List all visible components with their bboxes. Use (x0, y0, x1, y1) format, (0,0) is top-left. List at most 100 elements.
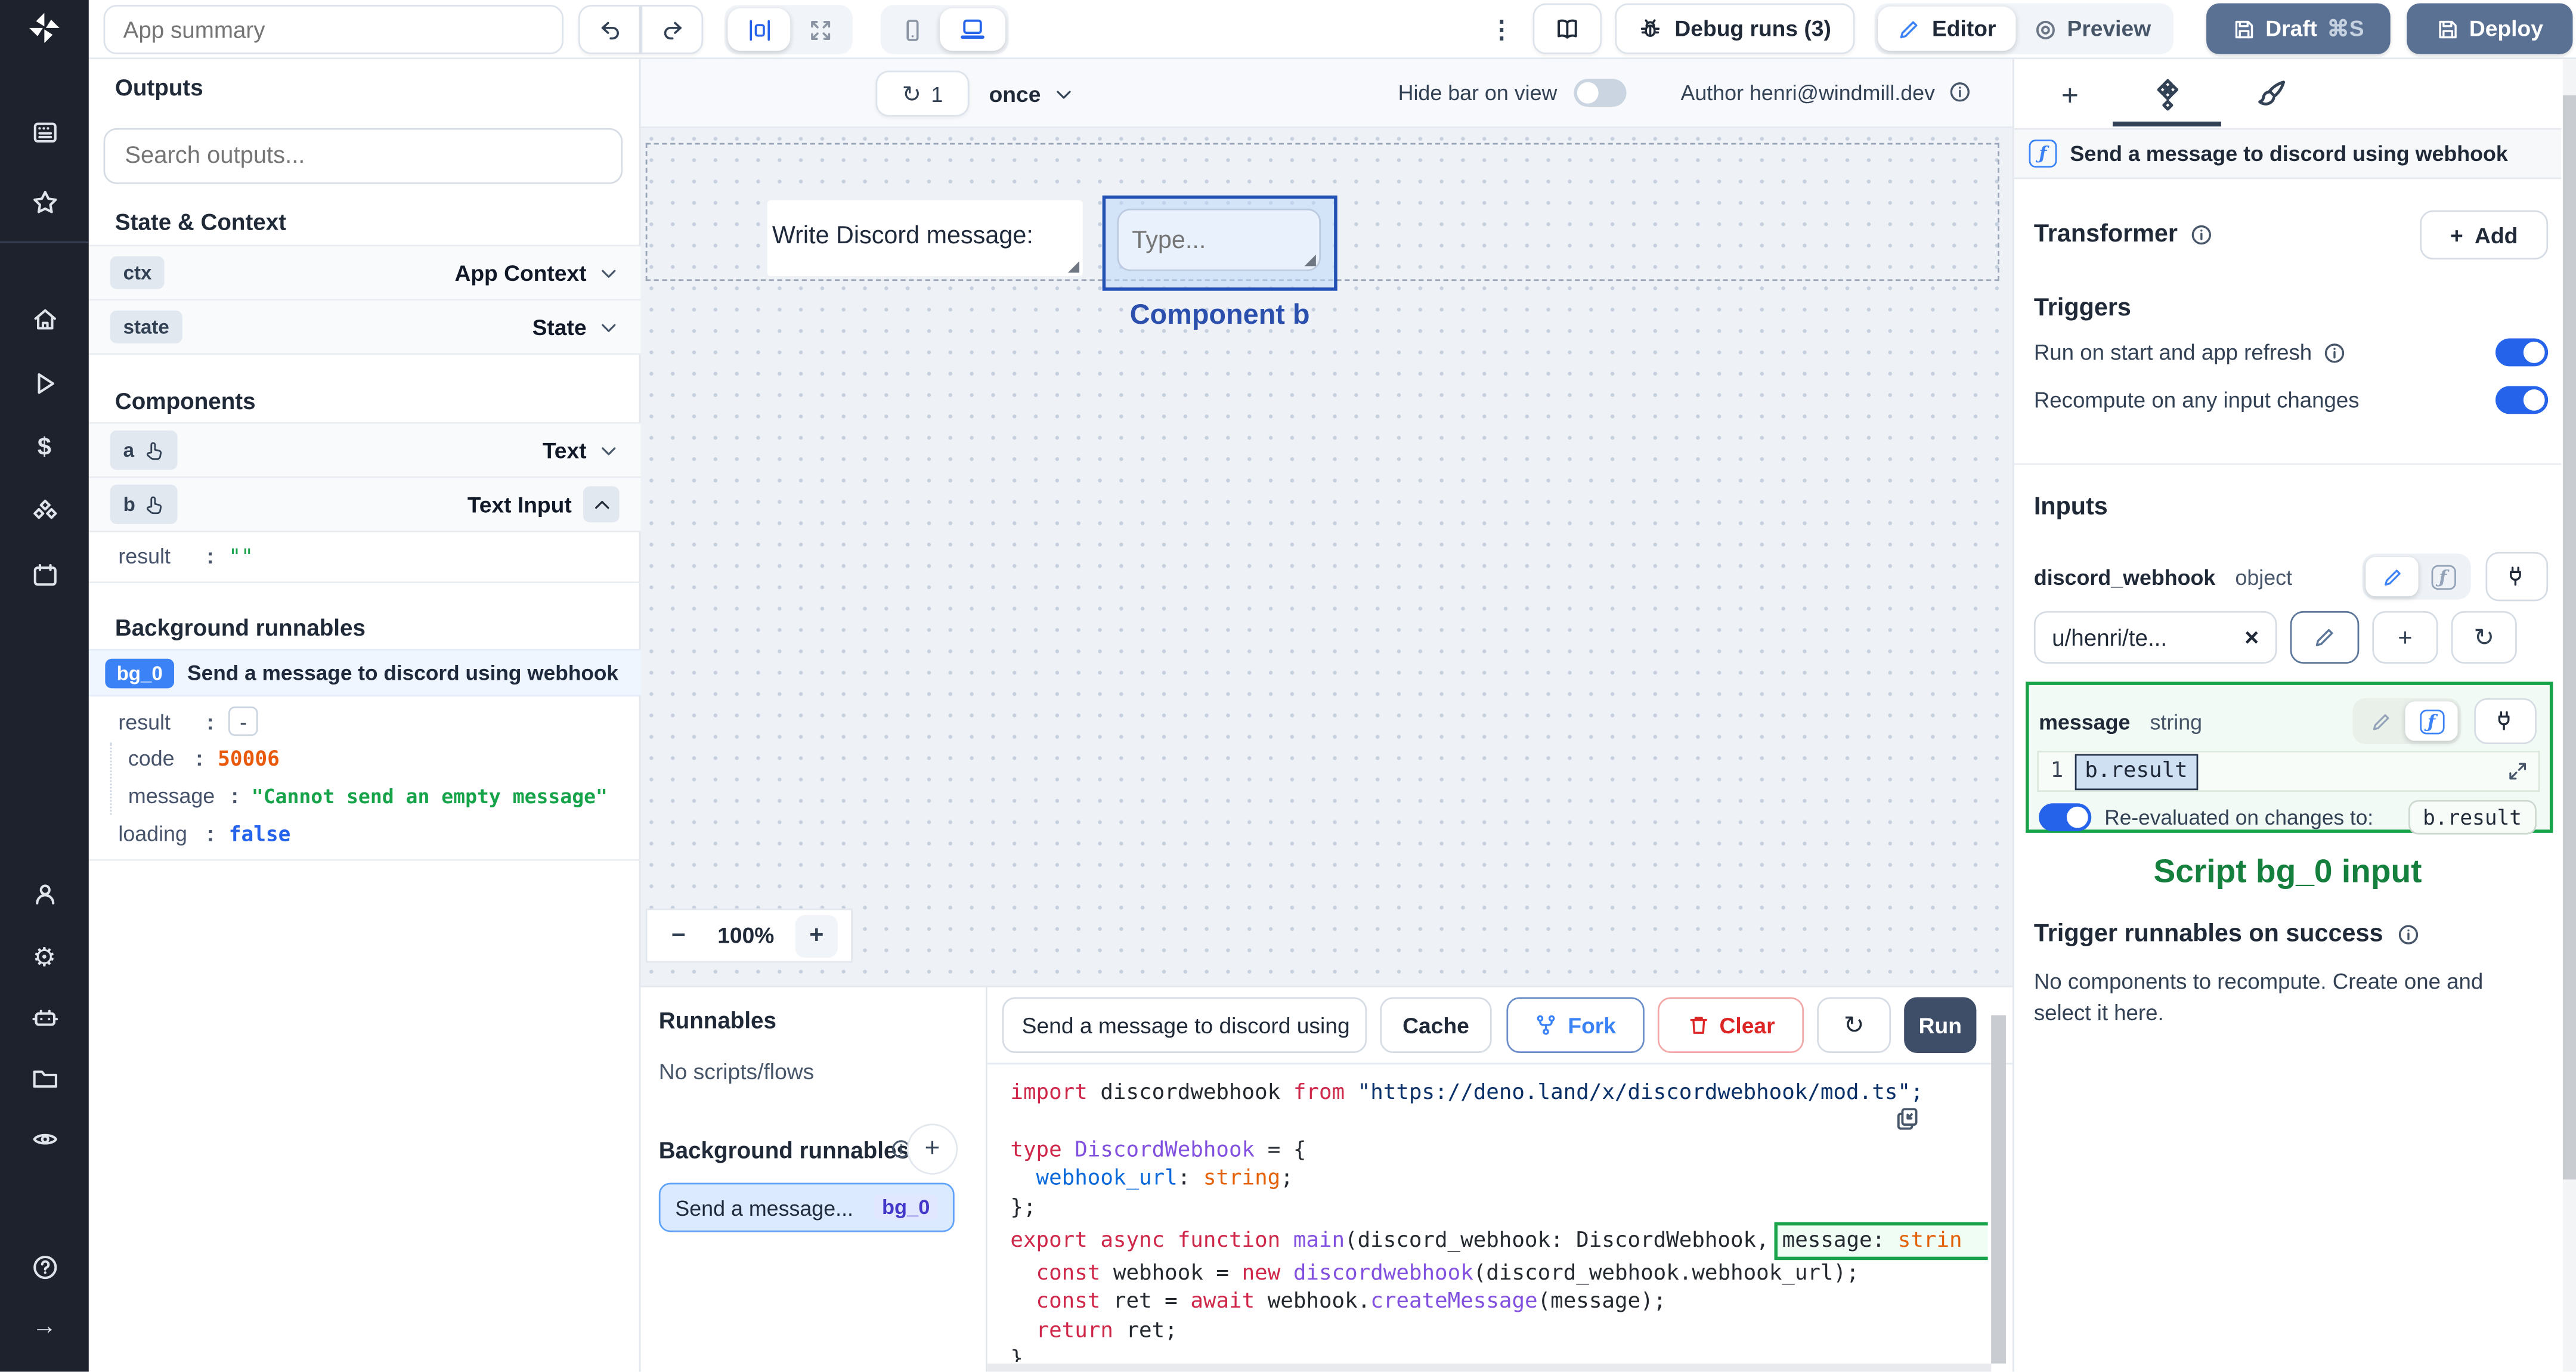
component-a-badge[interactable]: a (110, 430, 177, 470)
resources-cubes-icon[interactable] (0, 498, 89, 526)
clear-button[interactable]: Clear (1657, 997, 1804, 1054)
success-heading: Trigger runnables on success (2034, 920, 2419, 948)
run-on-start-toggle[interactable] (2495, 338, 2549, 367)
resize-handle[interactable] (1067, 261, 1080, 273)
collapse-result-button[interactable]: - (228, 706, 258, 736)
output-row-state[interactable]: state State (88, 301, 641, 355)
output-row-ctx[interactable]: ctx App Context (88, 246, 641, 301)
settings-gear-icon[interactable]: ⚙ (0, 941, 89, 974)
favorites-star-icon[interactable] (0, 189, 89, 217)
bg0-row[interactable]: bg_0 Send a message to discord using web… (88, 649, 641, 697)
debug-runs-button[interactable]: Debug runs (3) (1615, 3, 1855, 54)
docs-button[interactable] (1532, 3, 1602, 54)
resize-handle[interactable] (1304, 255, 1316, 267)
component-b-badge[interactable]: b (110, 484, 178, 524)
expand-editor-icon[interactable] (2507, 761, 2528, 782)
apps-icon[interactable] (0, 118, 89, 146)
recompute-toggle[interactable] (2495, 386, 2549, 414)
code-lines[interactable]: import discordwebhook from "https://deno… (1010, 1079, 1988, 1362)
message-field-row: message string ƒ (2039, 698, 2537, 745)
workers-icon[interactable] (0, 1004, 89, 1032)
user-icon[interactable] (0, 881, 89, 909)
zoom-in-button[interactable]: + (795, 914, 838, 957)
code-horizontal-scrollbar[interactable] (987, 1363, 1992, 1372)
refresh-count-button[interactable]: ↻ 1 (875, 70, 970, 117)
info-icon[interactable] (2397, 922, 2420, 946)
kebab-menu-button[interactable]: ⋮ (1482, 5, 1521, 54)
static-mode-button[interactable] (2366, 556, 2419, 597)
add-resource-button[interactable]: + (2372, 611, 2438, 664)
connect-plug-button[interactable] (2485, 552, 2549, 602)
deploy-button[interactable]: Deploy (2407, 3, 2573, 54)
b-result-row[interactable]: result : "" (118, 544, 253, 568)
info-icon[interactable] (2189, 222, 2212, 246)
resource-picker[interactable]: u/henri/te... × (2033, 611, 2277, 664)
app-canvas[interactable]: Write Discord message: Component b − 100… (640, 128, 2012, 986)
chevron-down-icon[interactable] (598, 262, 620, 283)
app-summary-input[interactable] (103, 5, 564, 54)
styling-brush-tab-icon[interactable] (2256, 77, 2289, 110)
eval-mode-button[interactable]: ƒ (2405, 701, 2458, 741)
text-component-a[interactable]: Write Discord message: (767, 200, 1083, 276)
script-name-button[interactable]: Send a message to discord using (1002, 997, 1367, 1054)
runnable-item-bg0[interactable]: Send a message... bg_0 (658, 1182, 955, 1232)
home-icon[interactable] (0, 305, 89, 333)
selected-component-b[interactable] (1102, 195, 1337, 291)
static-mode-button[interactable] (2356, 701, 2405, 741)
text-input-b[interactable] (1132, 216, 1305, 263)
folders-icon[interactable] (0, 1064, 89, 1092)
component-row-a[interactable]: a Text (88, 423, 641, 478)
add-transformer-button[interactable]: + Add (2420, 210, 2549, 260)
clear-x-icon[interactable]: × (2244, 624, 2259, 652)
runs-play-icon[interactable] (0, 370, 89, 398)
chevron-down-icon[interactable] (598, 439, 620, 461)
add-runnable-button[interactable]: + (906, 1123, 958, 1175)
component-row-b[interactable]: b Text Input (88, 478, 641, 532)
divider (88, 859, 641, 861)
zoom-out-button[interactable]: − (661, 922, 697, 950)
components-tab-icon[interactable] (2150, 77, 2185, 112)
audit-eye-icon[interactable] (0, 1125, 89, 1153)
windmill-logo[interactable] (0, 10, 89, 47)
search-outputs-input[interactable] (103, 128, 623, 184)
window-scrollbar-thumb[interactable] (2562, 95, 2576, 1180)
editor-tab[interactable]: Editor (1878, 7, 2016, 51)
expand-canvas-button[interactable] (790, 17, 849, 42)
refresh-resource-button[interactable]: ↻ (2451, 611, 2517, 664)
hide-bar-toggle[interactable] (1574, 79, 1627, 107)
usage-dollar-icon[interactable]: $ (0, 433, 89, 462)
eval-mode-button[interactable]: ƒ (2419, 557, 2468, 596)
reeval-toggle[interactable] (2039, 803, 2092, 832)
expr-editor-line[interactable]: 1 b.result (2037, 751, 2540, 792)
schedule-dropdown[interactable]: once (989, 70, 1074, 116)
state-id-badge[interactable]: state (110, 310, 182, 343)
redo-button[interactable] (640, 5, 704, 54)
mobile-view-button[interactable] (884, 17, 940, 42)
fork-button[interactable]: Fork (1506, 997, 1645, 1054)
run-button[interactable]: Run (1904, 997, 1977, 1054)
preview-tab[interactable]: ◎ Preview (2016, 7, 2171, 51)
info-icon[interactable] (2323, 341, 2346, 364)
runnable-item-name: Send a message... (675, 1195, 854, 1220)
sidebar-divider (0, 241, 89, 243)
ctx-id-badge[interactable]: ctx (110, 256, 165, 289)
expand-sidebar-arrow-icon[interactable]: → (0, 1312, 89, 1340)
help-icon[interactable] (0, 1253, 89, 1281)
undo-button[interactable] (578, 5, 641, 54)
collapse-b-button[interactable] (583, 486, 620, 523)
draft-button[interactable]: Draft ⌘S (2206, 3, 2391, 54)
chevron-down-icon[interactable] (598, 316, 620, 337)
reeval-target-badge[interactable]: b.result (2408, 800, 2537, 835)
center-align-button[interactable] (727, 8, 791, 51)
info-icon[interactable] (1949, 80, 1972, 104)
message-type: string (2150, 708, 2203, 734)
desktop-view-button[interactable] (939, 8, 1006, 51)
code-vertical-scrollbar[interactable] (1991, 1015, 2006, 1364)
connect-plug-button[interactable] (2474, 698, 2537, 745)
copy-code-icon[interactable] (1894, 1105, 1921, 1132)
edit-resource-button[interactable] (2290, 611, 2360, 664)
schedules-calendar-icon[interactable] (0, 562, 89, 590)
refresh-result-button[interactable]: ↻ (1817, 997, 1891, 1054)
add-tab-plus-icon[interactable]: + (2050, 79, 2089, 113)
cache-button[interactable]: Cache (1380, 997, 1492, 1054)
